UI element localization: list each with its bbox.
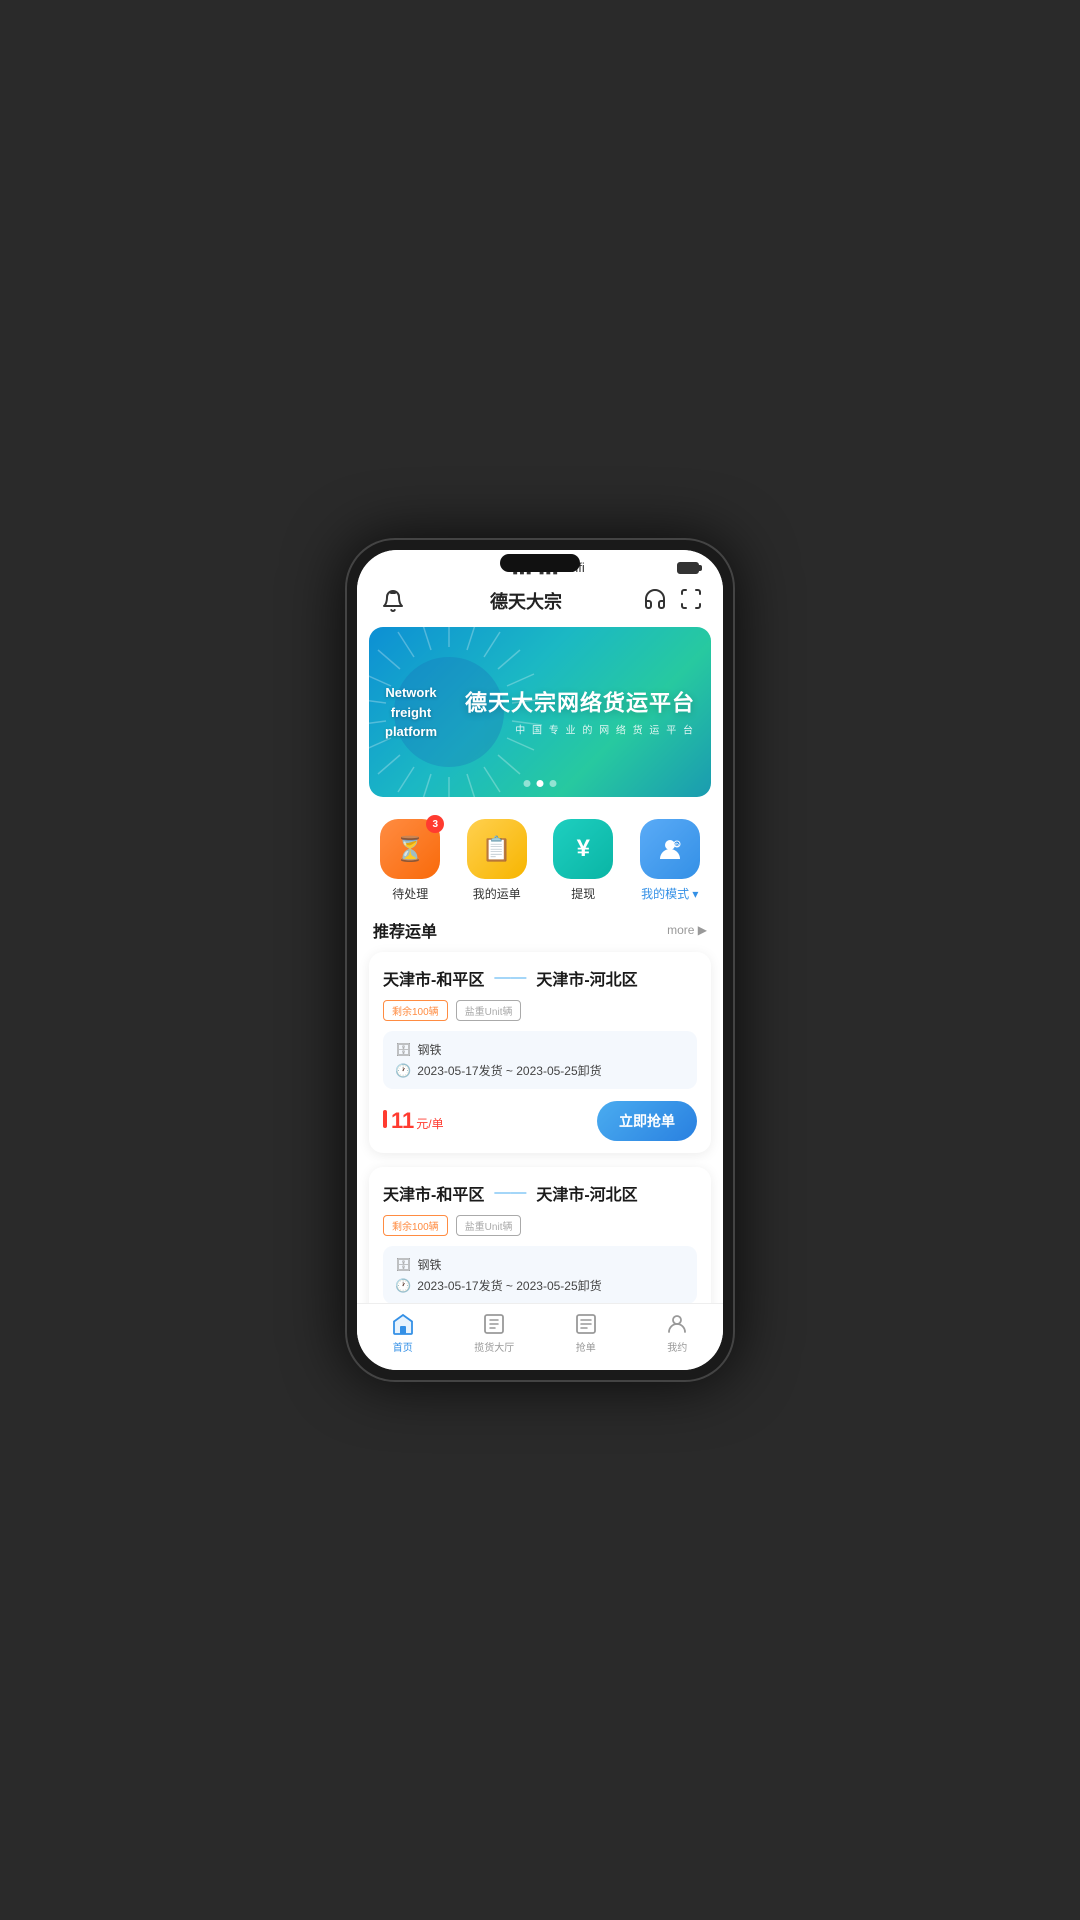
headset-button[interactable] <box>643 587 667 616</box>
price-1: 11 元/单 <box>383 1108 444 1134</box>
date-range-2: 2023-05-17发货 ~ 2023-05-25卸货 <box>417 1277 601 1294</box>
tag-weight-1: 盐重Unit辆 <box>456 1000 522 1021</box>
withdraw-icon-wrap: ¥ <box>553 819 613 879</box>
clock-icon-2: 🕐 <box>395 1278 411 1294</box>
nav-profile[interactable]: 我约 <box>647 1312 707 1354</box>
header-right-icons <box>643 587 703 616</box>
price-num-1: 11 <box>391 1108 414 1134</box>
svg-text:⚙: ⚙ <box>674 842 679 849</box>
pending-badge: 3 <box>426 815 444 833</box>
quick-item-withdraw[interactable]: ¥ 提现 <box>553 819 613 902</box>
battery-icon <box>677 562 699 574</box>
clock-icon-1: 🕐 <box>395 1063 411 1079</box>
hall-icon <box>482 1312 506 1336</box>
mode-icon: ⚙ <box>656 835 684 863</box>
tag-quantity-2: 剩余100辆 <box>383 1215 448 1236</box>
order-route-1: 天津市-和平区 —— 天津市-河北区 <box>383 966 697 990</box>
cargo-row-1: 🗄 钢铁 <box>395 1041 685 1058</box>
cargo-icon-2: 🗄 <box>395 1257 412 1273</box>
nav-home-label: 首页 <box>393 1339 413 1354</box>
dot-2 <box>537 780 544 787</box>
withdraw-label: 提现 <box>571 885 595 902</box>
tag-weight-2: 盐重Unit辆 <box>456 1215 522 1236</box>
home-icon <box>391 1312 415 1336</box>
route-from-2: 天津市-和平区 <box>383 1181 484 1205</box>
more-link[interactable]: more ▶ <box>667 923 707 937</box>
dot-3 <box>550 780 557 787</box>
grab-btn-1[interactable]: 立即抢单 <box>597 1101 697 1141</box>
nav-profile-label: 我约 <box>667 1339 687 1354</box>
section-title: 推荐运单 <box>373 918 437 942</box>
phone-screen: ▌▌▌ ▌▌▌ wifi 德天大宗 <box>357 550 723 1370</box>
route-arrow-1: —— <box>494 969 526 987</box>
mode-label: 我的模式 ▾ <box>641 885 698 902</box>
nav-hall-label: 揽货大厅 <box>474 1339 514 1354</box>
order-detail-box-2: 🗄 钢铁 🕐 2023-05-17发货 ~ 2023-05-25卸货 <box>383 1246 697 1303</box>
banner-left-text: Network freight platform <box>385 683 437 742</box>
banner-sub-title: 中 国 专 业 的 网 络 货 运 平 台 <box>465 721 695 736</box>
route-arrow-2: —— <box>494 1184 526 1202</box>
order-card-2: 天津市-和平区 —— 天津市-河北区 剩余100辆 盐重Unit辆 🗄 钢铁 🕐 <box>369 1167 711 1303</box>
order-footer-1: 11 元/单 立即抢单 <box>383 1101 697 1141</box>
cargo-row-2: 🗄 钢铁 <box>395 1256 685 1273</box>
orders-icon: 📋 <box>482 835 512 864</box>
banner-right-text: 德天大宗网络货运平台 中 国 专 业 的 网 络 货 运 平 台 <box>465 685 695 736</box>
phone-frame: ▌▌▌ ▌▌▌ wifi 德天大宗 <box>345 538 735 1382</box>
route-from-1: 天津市-和平区 <box>383 966 484 990</box>
orders-icon-wrap: 📋 <box>467 819 527 879</box>
nav-home[interactable]: 首页 <box>373 1312 433 1354</box>
pending-icon-wrap: ⏳ 3 <box>380 819 440 879</box>
nav-grab-label: 抢单 <box>576 1339 596 1354</box>
mode-icon-wrap: ⚙ <box>640 819 700 879</box>
pending-label: 待处理 <box>392 885 428 902</box>
bottom-nav: 首页 揽货大厅 抢单 我约 <box>357 1303 723 1370</box>
pending-icon: ⏳ <box>395 835 425 864</box>
camera-notch <box>500 554 580 572</box>
route-to-2: 天津市-河北区 <box>536 1181 637 1205</box>
nav-hall[interactable]: 揽货大厅 <box>464 1312 524 1354</box>
price-unit-1: 元/单 <box>416 1115 443 1132</box>
scroll-content[interactable]: Network freight platform 德天大宗网络货运平台 中 国 … <box>357 627 723 1303</box>
orders-label: 我的运单 <box>473 885 521 902</box>
cargo-type-1: 钢铁 <box>418 1041 442 1058</box>
withdraw-icon: ¥ <box>577 835 590 863</box>
quick-item-orders[interactable]: 📋 我的运单 <box>467 819 527 902</box>
order-tags-1: 剩余100辆 盐重Unit辆 <box>383 1000 697 1021</box>
order-detail-box-1: 🗄 钢铁 🕐 2023-05-17发货 ~ 2023-05-25卸货 <box>383 1031 697 1089</box>
grab-icon <box>574 1312 598 1336</box>
order-route-2: 天津市-和平区 —— 天津市-河北区 <box>383 1181 697 1205</box>
section-header: 推荐运单 more ▶ <box>357 918 723 952</box>
quick-item-pending[interactable]: ⏳ 3 待处理 <box>380 819 440 902</box>
quick-icons-row: ⏳ 3 待处理 📋 我的运单 ¥ 提现 <box>357 811 723 918</box>
bell-button[interactable] <box>377 585 409 617</box>
order-tags-2: 剩余100辆 盐重Unit辆 <box>383 1215 697 1236</box>
quick-item-mode[interactable]: ⚙ 我的模式 ▾ <box>640 819 700 902</box>
banner-main-title: 德天大宗网络货运平台 <box>465 685 695 717</box>
app-title: 德天大宗 <box>490 588 562 614</box>
dot-1 <box>524 780 531 787</box>
date-row-2: 🕐 2023-05-17发货 ~ 2023-05-25卸货 <box>395 1277 685 1294</box>
order-card-1: 天津市-和平区 —— 天津市-河北区 剩余100辆 盐重Unit辆 🗄 钢铁 🕐 <box>369 952 711 1153</box>
tag-quantity-1: 剩余100辆 <box>383 1000 448 1021</box>
date-range-1: 2023-05-17发货 ~ 2023-05-25卸货 <box>417 1062 601 1079</box>
profile-icon <box>665 1312 689 1336</box>
price-bar-1 <box>383 1110 387 1128</box>
cargo-icon-1: 🗄 <box>395 1042 412 1058</box>
route-to-1: 天津市-河北区 <box>536 966 637 990</box>
scan-button[interactable] <box>679 587 703 616</box>
banner-dots <box>524 780 557 787</box>
date-row-1: 🕐 2023-05-17发货 ~ 2023-05-25卸货 <box>395 1062 685 1079</box>
banner: Network freight platform 德天大宗网络货运平台 中 国 … <box>369 627 711 797</box>
app-header: 德天大宗 <box>357 579 723 627</box>
cargo-type-2: 钢铁 <box>418 1256 442 1273</box>
nav-grab[interactable]: 抢单 <box>556 1312 616 1354</box>
